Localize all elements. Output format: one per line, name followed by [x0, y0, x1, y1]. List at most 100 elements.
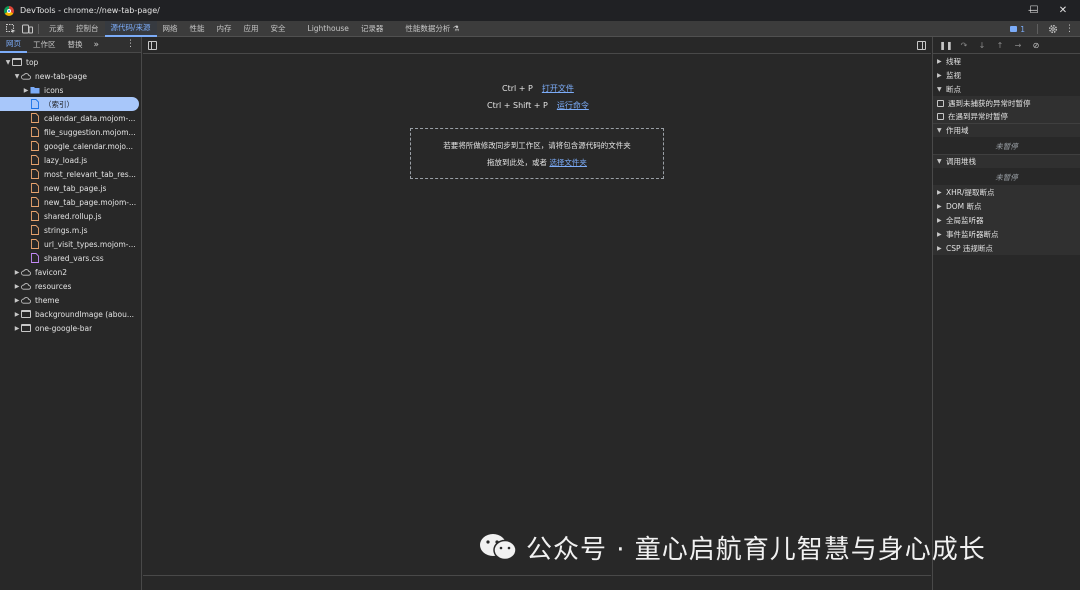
watch-section[interactable]: ▶ 监视 — [933, 68, 1080, 82]
debugger-section-4[interactable]: ▶ CSP 违规断点 — [933, 241, 1080, 255]
scope-section[interactable]: ▼ 作用域 — [933, 123, 1080, 137]
debugger-section-0[interactable]: ▶ XHR/提取断点 — [933, 185, 1080, 199]
tab-10[interactable]: 性能数据分析 ⚗ — [399, 21, 465, 37]
step-out-icon[interactable]: ↑ — [991, 41, 1009, 50]
pause-icon[interactable]: ❚❚ — [937, 41, 955, 50]
tree-item[interactable]: ▶ theme — [0, 293, 139, 307]
tab-5[interactable]: 内存 — [211, 21, 238, 37]
tree-item[interactable]: url_visit_types.mojom-... — [0, 237, 139, 251]
title-bar: DevTools - chrome://new-tab-page/ — — [0, 0, 1080, 21]
devtools-toolbar: 元素 控制台 源代码/来源 网络 性能 内存 应用 安全 Lighthouse 记录器 性能数据分析… — [0, 20, 1080, 37]
cloud-icon — [21, 71, 31, 81]
tab-6[interactable]: 应用 — [238, 21, 265, 37]
section-label: 事件监听器断点 — [946, 229, 999, 239]
tab-9[interactable]: 记录器 — [355, 21, 390, 37]
tree-item-label: shared_vars.css — [44, 253, 104, 263]
toggle-debugger-icon[interactable] — [917, 41, 926, 50]
tree-item[interactable]: strings.m.js — [0, 223, 139, 237]
tree-item[interactable]: ▼ new-tab-page — [0, 69, 139, 83]
pause-caught-checkbox[interactable] — [937, 112, 944, 120]
step-icon[interactable]: → — [1009, 41, 1027, 50]
tree-item-label: shared.rollup.js — [44, 211, 102, 221]
step-over-icon[interactable]: ↷ — [955, 41, 973, 50]
tree-item[interactable]: ▶ resources — [0, 279, 139, 293]
tree-item[interactable]: ▶ favicon2 — [0, 265, 139, 279]
frame-icon — [21, 310, 31, 318]
expand-arrow-icon: ▶ — [937, 71, 942, 79]
more-options-kebab-icon[interactable]: ⋮ — [1063, 22, 1076, 36]
tree-item-label: most_relevant_tab_res... — [44, 169, 136, 179]
navigator-tab-page[interactable]: 网页 — [0, 37, 27, 53]
frame-icon — [21, 324, 31, 332]
tree-item[interactable]: calendar_data.mojom-... — [0, 111, 139, 125]
open-file-link[interactable]: 打开文件 — [542, 84, 574, 93]
workspace-drop-zone[interactable]: 若要将所做修改同步到工作区，请将包含源代码的文件夹 拖放到此处，或者 选择文件夹 — [410, 128, 664, 179]
debugger-section-3[interactable]: ▶ 事件监听器断点 — [933, 227, 1080, 241]
debugger-section-1[interactable]: ▶ DOM 断点 — [933, 199, 1080, 213]
run-command-link[interactable]: 运行命令 — [557, 101, 589, 110]
toolbar-divider — [1037, 24, 1038, 34]
tree-item[interactable]: lazy_load.js — [0, 153, 139, 167]
deactivate-breakpoints-icon[interactable]: ⊘ — [1027, 41, 1045, 50]
pause-caught-checkbox-row[interactable]: 在遇到异常时暂停 — [933, 109, 1080, 123]
expand-arrow-icon: ▶ — [937, 188, 942, 196]
tab-7[interactable]: 安全 — [265, 21, 292, 37]
select-folder-link[interactable]: 选择文件夹 — [549, 158, 587, 167]
expand-arrow-icon[interactable]: ▶ — [13, 297, 21, 304]
run-command-shortcut: Ctrl + Shift + P 运行命令 — [487, 100, 589, 111]
checkbox-label: 遇到未捕获的异常时暂停 — [948, 98, 1031, 108]
toggle-navigator-icon[interactable] — [148, 41, 157, 50]
more-tabs-chevron-icon[interactable]: » — [89, 40, 105, 50]
wechat-logo-icon — [478, 532, 518, 562]
tree-item-label: url_visit_types.mojom-... — [44, 239, 136, 249]
pause-uncaught-checkbox-row[interactable]: 遇到未捕获的异常时暂停 — [933, 96, 1080, 110]
navigator-tab-overrides[interactable]: 替换 — [62, 37, 89, 53]
call-stack-section[interactable]: ▼ 调用堆栈 — [933, 154, 1080, 168]
script-file-icon — [30, 127, 40, 137]
expand-arrow-icon[interactable]: ▶ — [13, 311, 21, 318]
tree-item[interactable]: ▼ top — [0, 55, 139, 69]
expand-arrow-icon[interactable]: ▶ — [13, 325, 21, 332]
tree-item-label: new_tab_page.js — [44, 183, 107, 193]
breakpoints-section[interactable]: ▼ 断点 — [933, 82, 1080, 96]
navigator-tab-workspace[interactable]: 工作区 — [27, 37, 62, 53]
tree-item[interactable]: shared_vars.css — [0, 251, 139, 265]
expand-arrow-icon[interactable]: ▶ — [13, 283, 21, 290]
tab-4[interactable]: 性能 — [184, 21, 211, 37]
issues-badge[interactable]: 1 — [1010, 25, 1025, 34]
close-button[interactable]: ✕ — [1046, 0, 1080, 21]
debugger-section-2[interactable]: ▶ 全局监听器 — [933, 213, 1080, 227]
inspect-element-icon[interactable] — [4, 22, 17, 36]
tree-item[interactable]: new_tab_page.mojom-... — [0, 195, 139, 209]
script-file-icon — [30, 183, 40, 193]
tab-1[interactable]: 控制台 — [70, 21, 105, 37]
expand-arrow-icon[interactable]: ▶ — [13, 269, 21, 276]
section-label: 作用域 — [946, 126, 969, 135]
step-into-icon[interactable]: ↓ — [973, 41, 991, 50]
tree-item[interactable]: ▶ icons — [0, 83, 139, 97]
collapse-arrow-icon[interactable]: ▼ — [13, 73, 21, 80]
tab-8[interactable]: Lighthouse — [302, 21, 355, 37]
tree-item[interactable]: （索引） — [0, 97, 139, 111]
tree-item[interactable]: file_suggestion.mojom... — [0, 125, 139, 139]
tree-item[interactable]: google_calendar.mojo... — [0, 139, 139, 153]
expand-arrow-icon[interactable]: ▶ — [22, 87, 30, 94]
tree-item[interactable]: most_relevant_tab_res... — [0, 167, 139, 181]
collapse-arrow-icon[interactable]: ▼ — [4, 59, 12, 66]
tab-0[interactable]: 元素 — [43, 21, 70, 37]
tree-item[interactable]: new_tab_page.js — [0, 181, 139, 195]
expand-arrow-icon: ▶ — [937, 57, 942, 65]
tree-item[interactable]: shared.rollup.js — [0, 209, 139, 223]
shortcut-keys: Ctrl + Shift + P — [487, 101, 548, 110]
settings-gear-icon[interactable] — [1046, 22, 1059, 36]
tab-2[interactable]: 源代码/来源 — [104, 20, 157, 37]
watermark-text: 公众号 · 童心启航育儿智慧与身心成长 — [526, 534, 986, 565]
script-file-icon — [30, 113, 40, 123]
tree-item[interactable]: ▶ backgroundImage (abou... — [0, 307, 139, 321]
threads-section[interactable]: ▶ 线程 — [933, 54, 1080, 68]
navigator-menu-kebab-icon[interactable]: ⋮ — [126, 39, 135, 49]
device-toggle-icon[interactable] — [21, 22, 34, 36]
tab-3[interactable]: 网络 — [157, 21, 184, 37]
tree-item[interactable]: ▶ one-google-bar — [0, 321, 139, 335]
pause-uncaught-checkbox[interactable] — [937, 99, 944, 107]
